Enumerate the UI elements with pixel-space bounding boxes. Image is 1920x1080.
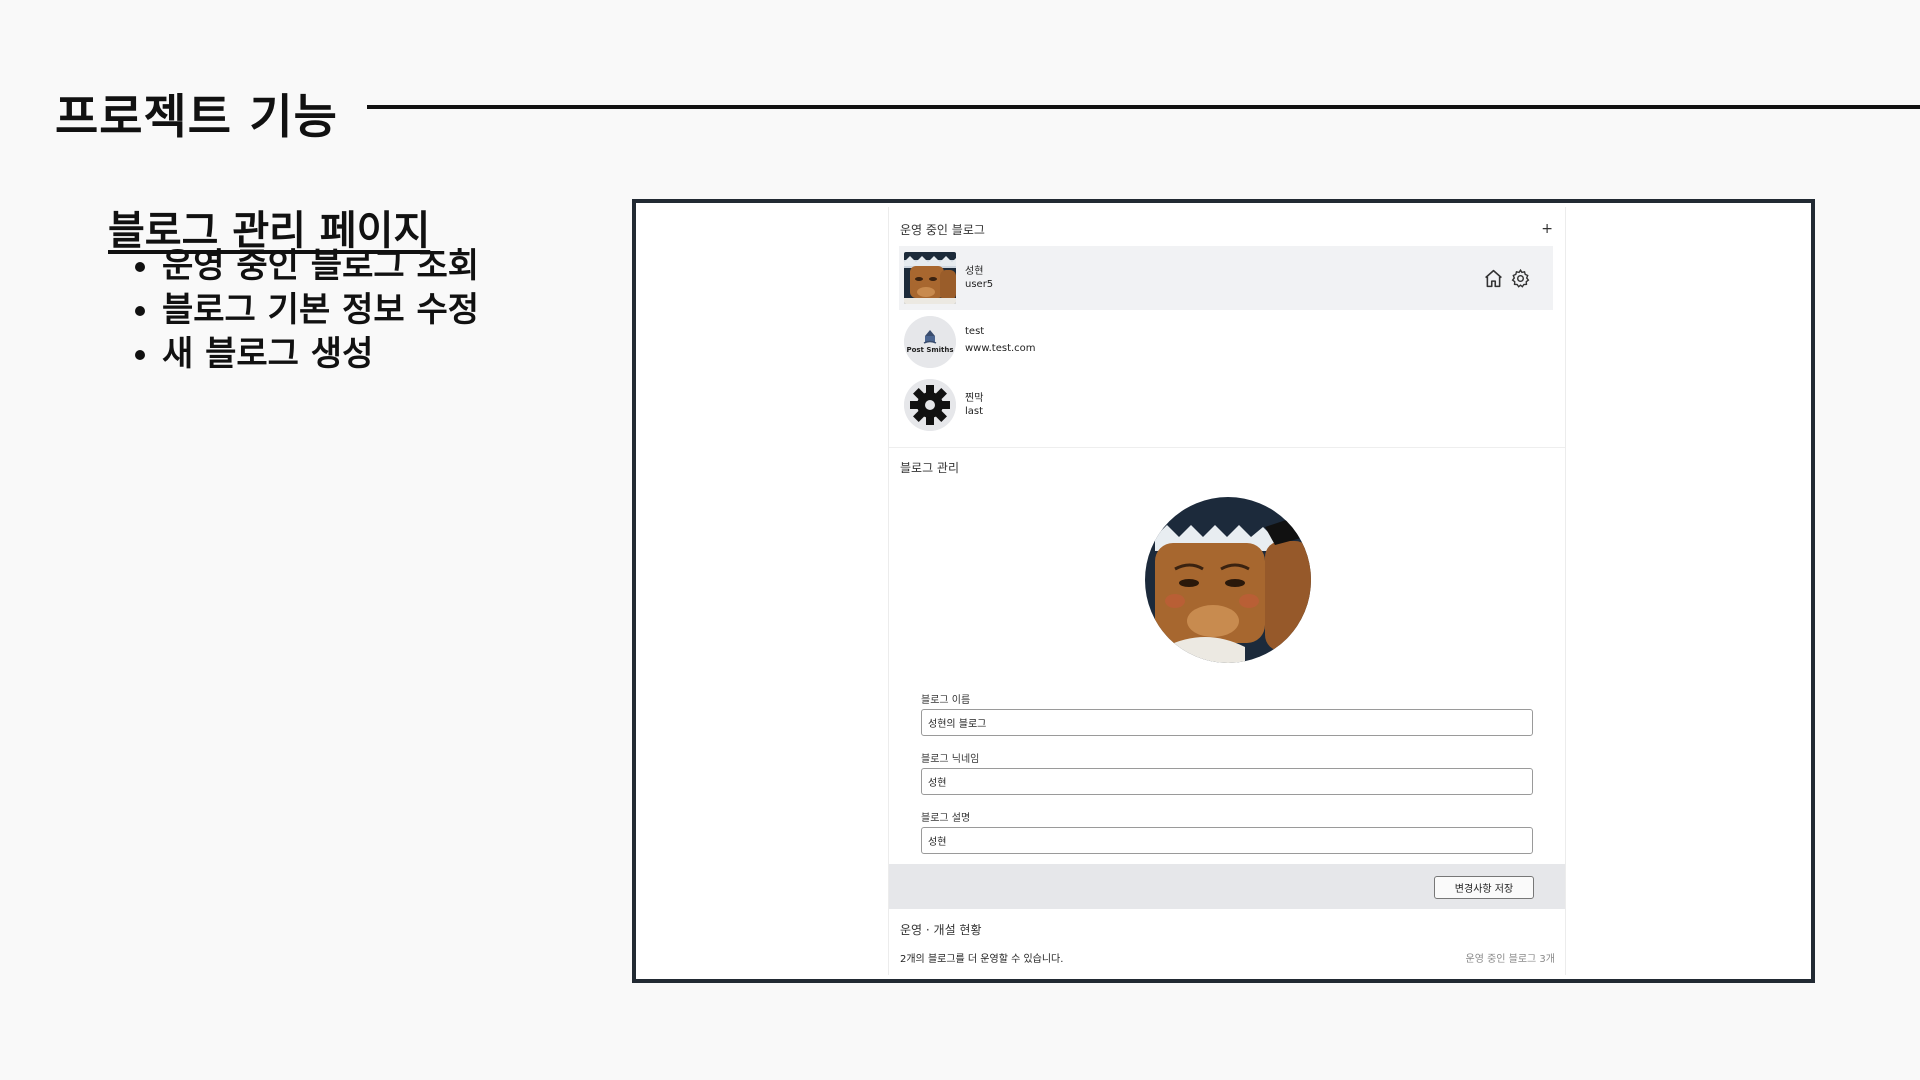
home-icon[interactable]: [1483, 268, 1504, 289]
blog-list-item[interactable]: 성현 user5: [899, 246, 1553, 310]
feature-list: 운영 중인 블로그 조회 블로그 기본 정보 수정 새 블로그 생성: [128, 244, 479, 376]
blog-name-input[interactable]: [921, 709, 1533, 736]
blog-list-item[interactable]: 찐막 last: [899, 373, 1553, 437]
blog-management-panel: 운영 중인 블로그 + 성현 user5 Post Smiths test ww…: [888, 207, 1566, 975]
feature-item: 새 블로그 생성: [162, 332, 479, 376]
settings-gear-icon[interactable]: [1510, 268, 1531, 289]
blog-description-input[interactable]: [921, 827, 1533, 854]
slide-title: 프로젝트 기능: [55, 90, 338, 145]
feature-item: 블로그 기본 정보 수정: [162, 288, 479, 332]
gear-avatar: [904, 379, 956, 431]
blog-nickname-input[interactable]: [921, 768, 1533, 795]
title-divider: [367, 105, 1920, 109]
blog-address: user5: [965, 279, 994, 290]
running-blogs-heading: 운영 중인 블로그: [900, 223, 985, 237]
add-blog-button[interactable]: +: [1541, 221, 1553, 237]
running-blog-count: 운영 중인 블로그 3개: [1465, 954, 1556, 965]
screenshot-frame: 운영 중인 블로그 + 성현 user5 Post Smiths test ww…: [632, 199, 1815, 983]
cartoon-character-avatar: [904, 252, 956, 304]
section-divider: [889, 447, 1565, 448]
status-heading: 운영 · 개설 현황: [900, 923, 982, 937]
save-changes-button[interactable]: 변경사항 저장: [1434, 876, 1534, 899]
blog-profile-image[interactable]: [1145, 497, 1311, 663]
blog-name: 찐막: [965, 393, 984, 404]
field-label: 블로그 이름: [921, 695, 971, 706]
blog-address: last: [965, 406, 984, 417]
blog-list-item[interactable]: Post Smiths test www.test.com: [899, 310, 1553, 374]
status-text: 2개의 블로그를 더 운영할 수 있습니다.: [900, 954, 1064, 965]
blog-name: 성현: [965, 266, 984, 277]
post-smiths-logo-avatar: Post Smiths: [904, 316, 956, 368]
field-label: 블로그 닉네임: [921, 754, 980, 765]
blog-management-heading: 블로그 관리: [900, 461, 960, 475]
save-bar: 변경사항 저장: [889, 864, 1565, 909]
blog-name: test: [965, 326, 985, 337]
row-actions: [1483, 268, 1531, 289]
field-label: 블로그 설명: [921, 813, 971, 824]
feature-item: 운영 중인 블로그 조회: [162, 244, 479, 288]
blog-address: www.test.com: [965, 343, 1036, 354]
logo-text: Post Smiths: [906, 346, 953, 354]
